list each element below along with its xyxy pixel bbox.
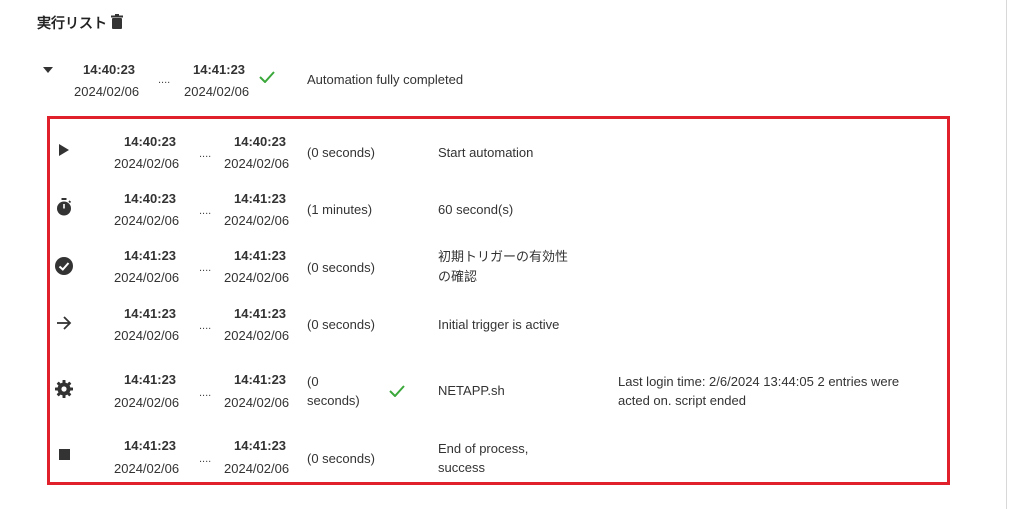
step-start-date: 2024/02/06 [114,213,180,228]
step-name-line1: 初期トリガーの有効性 [438,249,569,264]
summary-dots: .... [158,74,171,86]
step-start-time: 14:41:23 [124,306,177,321]
step-end-time: 14:40:23 [234,134,287,149]
step-duration: (0 seconds) [307,260,375,275]
summary-end-date: 2024/02/06 [184,84,250,99]
arrow-right-icon [54,313,74,333]
step-end-time: 14:41:23 [234,191,287,206]
step-end-date: 2024/02/06 [224,156,290,171]
highlighted-steps-box [47,116,950,485]
step-name: Start automation [438,145,534,160]
check-circle-icon [54,256,74,276]
execution-list-header: 実行リスト [37,13,123,33]
step-name: Initial trigger is active [438,317,560,332]
step-start-date: 2024/02/06 [114,461,180,476]
step-end-time: 14:41:23 [234,372,287,387]
step-end-date: 2024/02/06 [224,270,290,285]
step-start-date: 2024/02/06 [114,395,180,410]
stop-icon [54,444,74,464]
step-detail-line1: Last login time: 2/6/2024 13:44:05 2 ent… [618,374,900,389]
step-start-date: 2024/02/06 [114,270,180,285]
summary-end-time: 14:41:23 [193,62,246,77]
step-end-time: 14:41:23 [234,248,287,263]
step-name: 60 second(s) [438,202,514,217]
step-end-date: 2024/02/06 [224,461,290,476]
step-end-date: 2024/02/06 [224,395,290,410]
gear-icon [54,379,74,399]
caret-down-icon[interactable] [38,60,58,80]
step-start-time: 14:40:23 [124,134,177,149]
step-start-time: 14:40:23 [124,191,177,206]
summary-start-time: 14:40:23 [83,62,136,77]
stopwatch-icon [54,197,74,217]
play-icon [54,140,74,160]
check-icon [387,381,407,401]
step-dots: .... [199,205,212,217]
step-end-date: 2024/02/06 [224,328,290,343]
step-name: NETAPP.sh [438,383,505,398]
step-duration: (0 seconds) [307,451,375,466]
step-dots: .... [199,148,212,160]
step-duration-line1: (0 [307,374,319,389]
step-duration: (1 minutes) [307,202,373,217]
trash-icon[interactable] [107,14,123,32]
step-detail-line2: acted on. script ended [618,393,746,408]
check-icon [257,67,277,87]
step-name-line2: の確認 [438,269,478,284]
step-start-date: 2024/02/06 [114,328,180,343]
step-start-date: 2024/02/06 [114,156,180,171]
page-title: 実行リスト [37,15,107,31]
step-name-line2: success [438,460,485,475]
step-name-line1: End of process, [438,441,529,456]
step-duration: (0 seconds) [307,317,375,332]
step-dots: .... [199,262,212,274]
right-divider [1006,0,1007,509]
step-end-date: 2024/02/06 [224,213,290,228]
step-dots: .... [199,453,212,465]
step-start-time: 14:41:23 [124,438,177,453]
step-end-time: 14:41:23 [234,438,287,453]
step-duration: (0 seconds) [307,145,375,160]
step-duration-line2: seconds) [307,393,360,408]
summary-status: Automation fully completed [307,72,464,87]
step-start-time: 14:41:23 [124,248,177,263]
step-dots: .... [199,320,212,332]
step-dots: .... [199,387,212,399]
summary-start-date: 2024/02/06 [74,84,140,99]
step-end-time: 14:41:23 [234,306,287,321]
step-start-time: 14:41:23 [124,372,177,387]
